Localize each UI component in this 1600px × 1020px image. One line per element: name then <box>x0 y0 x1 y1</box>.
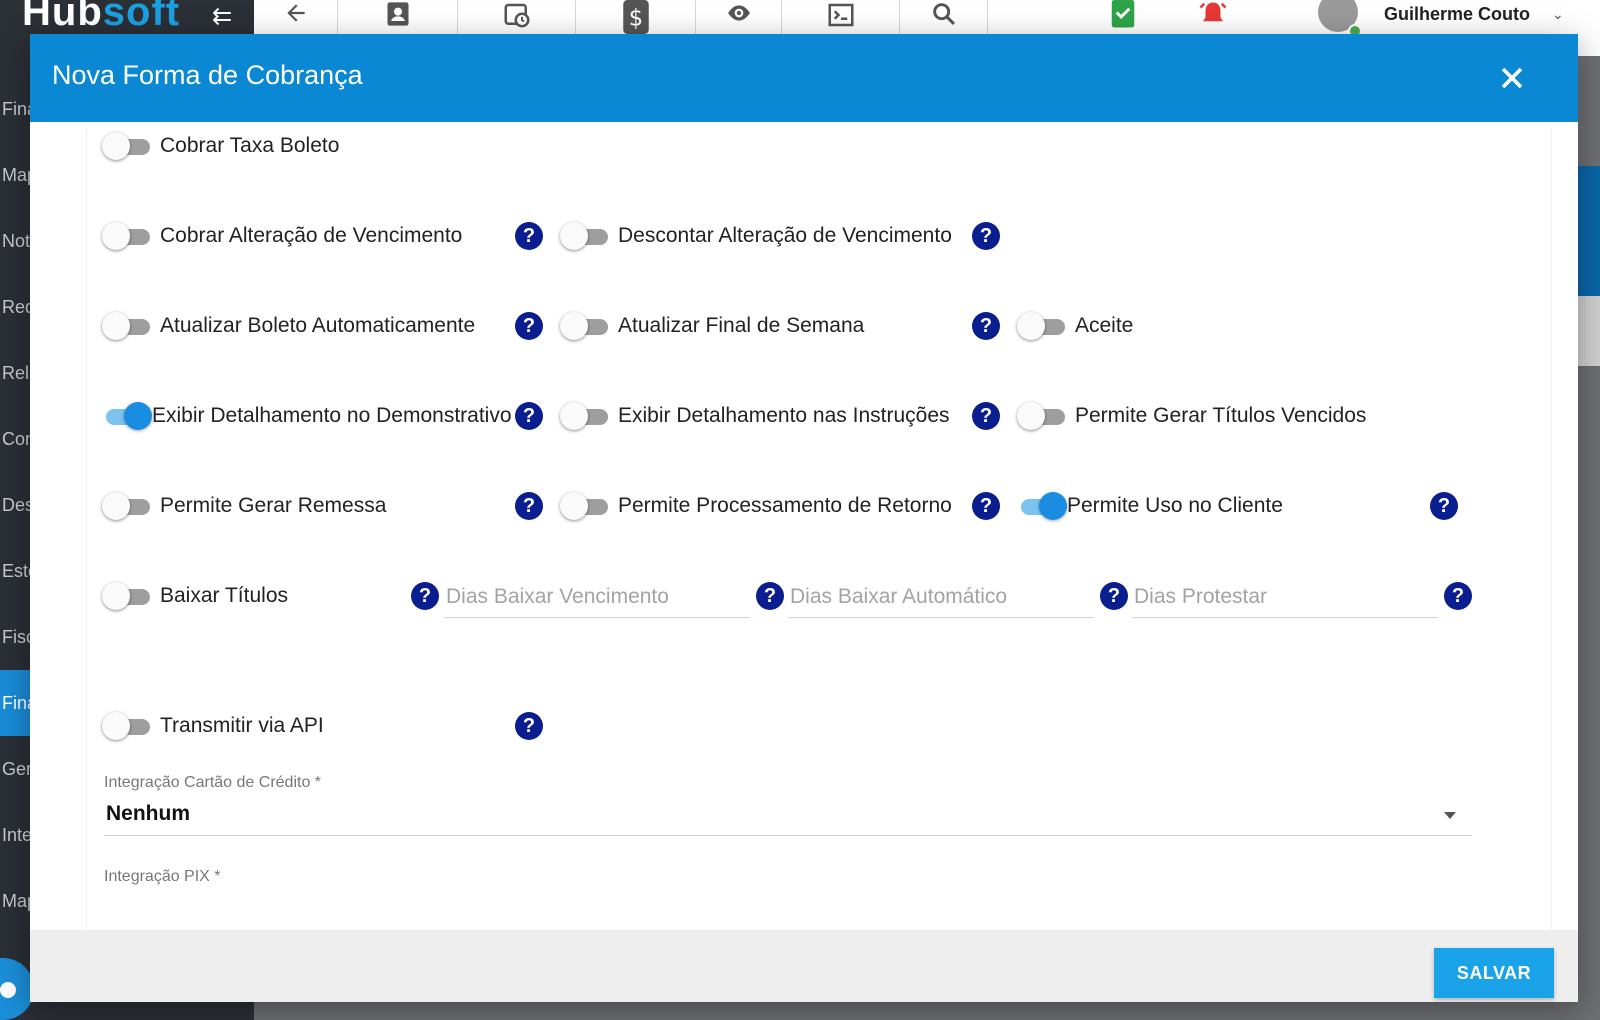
toggle-label: Permite Uso no Cliente <box>1067 494 1283 517</box>
cobrar-alteracao-vencimento-toggle[interactable]: Cobrar Alteração de Vencimento <box>102 218 462 254</box>
help-icon[interactable]: ? <box>972 402 1000 430</box>
switch[interactable] <box>560 308 610 344</box>
atualizar-final-semana-toggle[interactable]: Atualizar Final de Semana <box>560 308 864 344</box>
switch[interactable] <box>1017 398 1067 434</box>
toggle-label: Baixar Títulos <box>160 584 288 607</box>
permite-uso-cliente-toggle[interactable]: Permite Uso no Cliente <box>1017 488 1283 524</box>
toggle-label: Cobrar Alteração de Vencimento <box>160 224 463 247</box>
collapse-menu-icon[interactable]: ⇇ <box>212 2 232 31</box>
integracao-pix-label: Integração PIX * <box>104 868 221 885</box>
aceite-toggle[interactable]: Aceite <box>1017 308 1133 344</box>
toggle-label: Atualizar Boleto Automaticamente <box>160 314 476 337</box>
chevron-down-icon[interactable]: ⌄ <box>1552 6 1564 23</box>
help-icon[interactable]: ? <box>411 582 439 610</box>
modal-title: Nova Forma de Cobrança <box>52 60 363 90</box>
help-icon[interactable]: ? <box>756 582 784 610</box>
cobrar-taxa-boleto-toggle[interactable]: Cobrar Taxa Boleto <box>102 128 339 164</box>
toggle-label: Permite Gerar Títulos Vencidos <box>1075 404 1367 427</box>
toggle-label: Permite Processamento de Retorno <box>618 494 952 517</box>
integracao-cartao-label: Integração Cartão de Crédito * <box>104 774 322 791</box>
help-icon[interactable]: ? <box>972 312 1000 340</box>
help-icon[interactable]: ? <box>515 402 543 430</box>
user-name[interactable]: Guilherme Couto <box>1384 4 1530 25</box>
modal-body: Cobrar Taxa Boleto Cobrar Alteração de V… <box>30 122 1578 948</box>
toggle-label: Aceite <box>1075 314 1134 337</box>
toggle-label: Exibir Detalhamento nas Instruções <box>618 404 950 427</box>
help-icon[interactable]: ? <box>515 312 543 340</box>
descontar-alteracao-vencimento-toggle[interactable]: Descontar Alteração de Vencimento <box>560 218 952 254</box>
toggle-label: Atualizar Final de Semana <box>618 314 865 337</box>
dias-baixar-vencimento-input[interactable] <box>444 578 750 616</box>
permite-gerar-titulos-vencidos-toggle[interactable]: Permite Gerar Títulos Vencidos <box>1017 398 1366 434</box>
exibir-detalhamento-demonstrativo-toggle[interactable]: Exibir Detalhamento no Demonstrativo <box>102 398 512 434</box>
switch[interactable] <box>560 398 610 434</box>
switch[interactable] <box>560 488 610 524</box>
dias-baixar-automatico-field <box>788 578 1094 618</box>
select-value: Nenhum <box>106 802 190 825</box>
switch[interactable] <box>560 218 610 254</box>
dropdown-arrow-icon <box>1444 812 1456 819</box>
toggle-label: Descontar Alteração de Vencimento <box>618 224 952 247</box>
help-icon[interactable]: ? <box>515 222 543 250</box>
switch[interactable] <box>102 488 152 524</box>
dias-protestar-input[interactable] <box>1132 578 1438 616</box>
switch[interactable] <box>102 398 152 434</box>
switch[interactable] <box>102 218 152 254</box>
svg-text:$: $ <box>628 6 642 32</box>
dias-baixar-automatico-input[interactable] <box>788 578 1094 616</box>
help-icon[interactable]: ? <box>1444 582 1472 610</box>
toggle-label: Transmitir via API <box>160 714 324 737</box>
switch[interactable] <box>1017 308 1067 344</box>
dias-baixar-vencimento-field <box>444 578 750 618</box>
help-icon[interactable]: ? <box>1100 582 1128 610</box>
baixar-titulos-toggle[interactable]: Baixar Títulos <box>102 578 288 614</box>
switch[interactable] <box>102 708 152 744</box>
modal-dialog: Nova Forma de Cobrança Cobrar Taxa Bolet… <box>30 34 1578 1002</box>
switch[interactable] <box>102 128 152 164</box>
switch[interactable] <box>102 308 152 344</box>
app-logo: Hubsoft <box>22 0 181 34</box>
switch[interactable] <box>102 578 152 614</box>
help-icon[interactable]: ? <box>515 712 543 740</box>
permite-gerar-remessa-toggle[interactable]: Permite Gerar Remessa <box>102 488 386 524</box>
atualizar-boleto-automaticamente-toggle[interactable]: Atualizar Boleto Automaticamente <box>102 308 475 344</box>
exibir-detalhamento-instrucoes-toggle[interactable]: Exibir Detalhamento nas Instruções <box>560 398 950 434</box>
modal-footer: SALVAR <box>30 930 1578 1002</box>
close-icon[interactable] <box>1494 60 1530 96</box>
integracao-cartao-select[interactable]: Nenhum <box>104 794 1472 836</box>
help-icon[interactable]: ? <box>515 492 543 520</box>
toggle-label: Permite Gerar Remessa <box>160 494 387 517</box>
help-icon[interactable]: ? <box>972 222 1000 250</box>
save-button[interactable]: SALVAR <box>1434 948 1554 998</box>
modal-header: Nova Forma de Cobrança <box>30 34 1578 122</box>
help-icon[interactable]: ? <box>1430 492 1458 520</box>
help-icon[interactable]: ? <box>972 492 1000 520</box>
permite-processamento-retorno-toggle[interactable]: Permite Processamento de Retorno <box>560 488 952 524</box>
transmitir-via-api-toggle[interactable]: Transmitir via API <box>102 708 324 744</box>
switch[interactable] <box>1017 488 1067 524</box>
dias-protestar-field <box>1132 578 1438 618</box>
toggle-label: Cobrar Taxa Boleto <box>160 134 340 157</box>
toggle-label: Exibir Detalhamento no Demonstrativo <box>152 404 512 427</box>
